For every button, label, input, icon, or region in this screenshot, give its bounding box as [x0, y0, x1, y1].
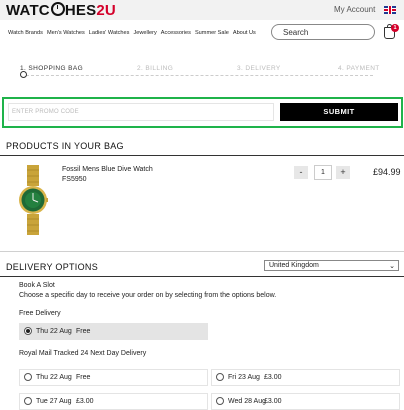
tracked-slot-date: Thu 22 Aug: [36, 374, 72, 381]
my-account-link[interactable]: My Account: [334, 5, 375, 14]
free-slot-radio[interactable]: [24, 327, 32, 335]
tracked-delivery-heading: Royal Mail Tracked 24 Next Day Delivery: [19, 350, 147, 357]
nav-item-ladies-watches[interactable]: Ladies' Watches: [89, 30, 130, 36]
book-slot-label: Book A Slot: [19, 282, 55, 289]
delivery-instruction: Choose a specific day to receive your or…: [19, 292, 277, 299]
main-nav: Watch Brands Men's Watches Ladies' Watch…: [8, 30, 256, 36]
clock-icon: [50, 2, 65, 16]
tracked-slot-radio[interactable]: [24, 373, 32, 381]
tracked-slot-price: Free: [76, 374, 91, 381]
product-price: £94.99: [373, 167, 401, 177]
nav-item-about-us[interactable]: About Us: [233, 30, 256, 36]
product-image[interactable]: [18, 165, 48, 235]
country-select[interactable]: United Kingdom ⌄: [264, 260, 399, 271]
bag-count-badge: 1: [391, 24, 399, 32]
step-billing: 2. BILLING: [137, 65, 174, 72]
nav-item-watch-brands[interactable]: Watch Brands: [8, 30, 43, 36]
step-marker-active: [20, 71, 27, 78]
delivery-title: DELIVERY OPTIONS: [6, 262, 98, 272]
product-code: FS5950: [62, 176, 87, 183]
submit-button[interactable]: SUBMIT: [280, 103, 398, 121]
nav-item-jewellery[interactable]: Jewellery: [133, 30, 156, 36]
promo-code-input[interactable]: ENTER PROMO CODE: [8, 103, 274, 121]
tracked-slot-radio[interactable]: [216, 373, 224, 381]
quantity-decrease-button[interactable]: -: [294, 166, 308, 179]
product-name[interactable]: Fossil Mens Blue Dive Watch: [62, 166, 153, 173]
search-input[interactable]: Search: [271, 24, 375, 40]
site-logo[interactable]: WATC HES2U: [6, 2, 116, 19]
tracked-slot-date: Fri 23 Aug: [228, 374, 260, 381]
free-slot-date: Thu 22 Aug: [36, 328, 72, 335]
nav-item-mens-watches[interactable]: Men's Watches: [47, 30, 85, 36]
chevron-down-icon: ⌄: [389, 263, 395, 270]
step-shopping-bag: 1. SHOPPING BAG: [20, 65, 84, 72]
step-payment: 4. PAYMENT: [338, 65, 380, 72]
quantity-input[interactable]: 1: [314, 165, 332, 180]
uk-flag-icon[interactable]: [384, 6, 396, 14]
bag-divider: [0, 251, 404, 252]
tracked-slot-price: £3.00: [264, 374, 282, 381]
free-slot-price: Free: [76, 328, 91, 335]
step-delivery: 3. DELIVERY: [237, 65, 281, 72]
delivery-divider: [0, 276, 404, 277]
step-progress-line: [26, 75, 373, 77]
products-divider: [0, 155, 404, 156]
nav-item-accessories[interactable]: Accessories: [161, 30, 191, 36]
quantity-increase-button[interactable]: +: [336, 166, 350, 179]
free-delivery-heading: Free Delivery: [19, 310, 61, 317]
nav-item-summer-sale[interactable]: Summer Sale: [195, 30, 229, 36]
products-title: PRODUCTS IN YOUR BAG: [6, 141, 124, 151]
